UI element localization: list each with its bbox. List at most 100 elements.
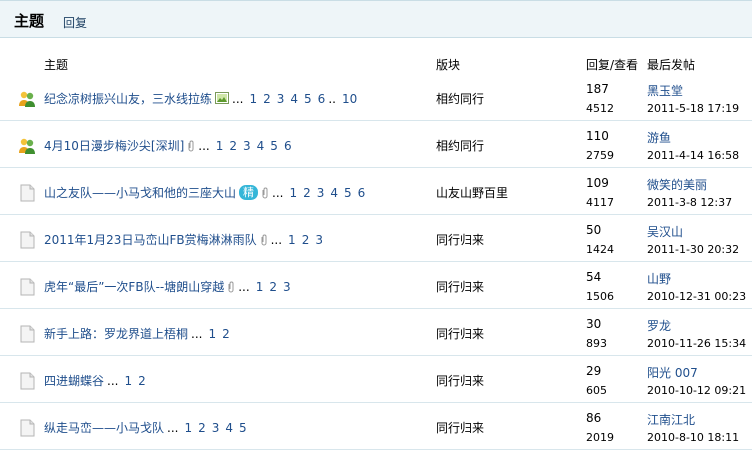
view-count: 4512 xyxy=(586,102,614,115)
table-row: 2011年1月23日马峦山FB赏梅淋淋雨队... 1 2 3 同行归来 50 1424 吴汉山… xyxy=(0,215,752,262)
page-link[interactable]: 2 xyxy=(222,327,230,341)
page-link[interactable]: 2 xyxy=(198,421,206,435)
last-poster-link[interactable]: 山野 xyxy=(647,270,671,287)
topic-cell: 纵走马峦——小马戈队... 1 2 3 4 5 xyxy=(44,419,247,436)
last-poster-link[interactable]: 江南江北 xyxy=(647,411,695,428)
page-link[interactable]: 3 xyxy=(283,280,291,294)
table-row: 纪念凉树振兴山友，三水线拉练... 1 2 3 4 5 6.. 10 相约同行 187 4512 黑玉… xyxy=(0,74,752,121)
page-link[interactable]: 10 xyxy=(342,92,357,106)
page-link[interactable]: 2 xyxy=(138,374,146,388)
topic-title-link[interactable]: 4月10日漫步梅沙尖[深圳] xyxy=(44,139,184,153)
page-link[interactable]: 5 xyxy=(270,139,278,153)
reply-count: 30 xyxy=(586,317,602,331)
page-link[interactable]: 3 xyxy=(243,139,251,153)
tab-replies[interactable]: 回复 xyxy=(63,14,87,31)
page-icon xyxy=(18,278,36,296)
attachment-clip-icon xyxy=(260,234,268,246)
last-poster-link[interactable]: 罗龙 xyxy=(647,317,671,334)
topic-cell: 山之友队——小马戈和他的三座大山精... 1 2 3 4 5 6 xyxy=(44,184,365,201)
last-poster-link[interactable]: 微笑的美丽 xyxy=(647,176,707,193)
forum-name[interactable]: 同行归来 xyxy=(436,278,484,295)
topic-title-link[interactable]: 新手上路：罗龙界道上梧桐 xyxy=(44,327,188,341)
page-icon xyxy=(18,325,36,343)
page-link[interactable]: 1 xyxy=(289,186,297,200)
last-poster-link[interactable]: 阳光 007 xyxy=(647,364,698,381)
last-post-time: 2010-12-31 00:23 xyxy=(647,290,747,303)
page-link[interactable]: 5 xyxy=(304,92,312,106)
last-post-time: 2010-8-10 18:11 xyxy=(647,431,740,444)
topic-title-link[interactable]: 纵走马峦——小马戈队 xyxy=(44,421,164,435)
last-post-time: 2011-4-14 16:58 xyxy=(647,149,740,162)
page-link[interactable]: 4 xyxy=(225,421,233,435)
table-row: 山之友队——小马戈和他的三座大山精... 1 2 3 4 5 6 山友山野百里 109 4117 微… xyxy=(0,168,752,215)
last-post-time: 2010-11-26 15:34 xyxy=(647,337,747,350)
page-link[interactable]: 4 xyxy=(257,139,265,153)
column-header-stats: 回复/查看 xyxy=(586,58,639,72)
page-link[interactable]: 3 xyxy=(212,421,220,435)
tab-topics[interactable]: 主题 xyxy=(14,10,44,31)
table-row: 四进蝴蝶谷... 1 2 同行归来 29 605 阳光 007 2010-10-12 09:2… xyxy=(0,356,752,403)
last-poster-link[interactable]: 游鱼 xyxy=(647,129,671,146)
page-link[interactable]: 1 xyxy=(184,421,192,435)
page-link[interactable]: 6 xyxy=(284,139,292,153)
page-ellipsis: .. xyxy=(328,92,336,106)
topic-title-link[interactable]: 四进蝴蝶谷 xyxy=(44,374,104,388)
forum-name[interactable]: 同行归来 xyxy=(436,372,484,389)
page-link[interactable]: 2 xyxy=(269,280,277,294)
reply-count: 109 xyxy=(586,176,609,190)
view-count: 1424 xyxy=(586,243,614,256)
last-poster-link[interactable]: 黑玉堂 xyxy=(647,82,683,99)
table-row: 新手上路：罗龙界道上梧桐... 1 2 同行归来 30 893 罗龙 2010-11-26 1… xyxy=(0,309,752,356)
page-link[interactable]: 4 xyxy=(290,92,298,106)
page-link[interactable]: 2 xyxy=(303,186,311,200)
last-poster-link[interactable]: 吴汉山 xyxy=(647,223,683,240)
page-link[interactable]: 3 xyxy=(277,92,285,106)
page-link[interactable]: 3 xyxy=(315,233,323,247)
attachment-clip-icon xyxy=(261,187,269,199)
page-link[interactable]: 6 xyxy=(318,92,326,106)
reply-count: 86 xyxy=(586,411,602,425)
view-count: 605 xyxy=(586,384,607,397)
table-row: 4月10日漫步梅沙尖[深圳]... 1 2 3 4 5 6 相约同行 110 2759 游鱼 2011… xyxy=(0,121,752,168)
forum-name[interactable]: 相约同行 xyxy=(436,137,484,154)
page-link[interactable]: 1 xyxy=(288,233,296,247)
page-ellipsis: ... xyxy=(107,374,119,388)
page-link[interactable]: 1 xyxy=(216,139,224,153)
page-link[interactable]: 6 xyxy=(358,186,366,200)
topic-cell: 纪念凉树振兴山友，三水线拉练... 1 2 3 4 5 6.. 10 xyxy=(44,90,357,107)
topic-cell: 虎年“最后”一次FB队--塘朗山穿越... 1 2 3 xyxy=(44,278,291,295)
page-link[interactable]: 3 xyxy=(317,186,325,200)
attachment-clip-icon xyxy=(227,281,235,293)
reply-count: 54 xyxy=(586,270,602,284)
page-link[interactable]: 4 xyxy=(330,186,338,200)
attachment-clip-icon xyxy=(187,140,195,152)
page-ellipsis: ... xyxy=(167,421,179,435)
last-post-time: 2011-3-8 12:37 xyxy=(647,196,733,209)
forum-name[interactable]: 山友山野百里 xyxy=(436,184,508,201)
page-link[interactable]: 1 xyxy=(124,374,132,388)
digest-badge: 精 xyxy=(239,185,259,200)
page-link[interactable]: 2 xyxy=(302,233,310,247)
last-post-time: 2011-5-18 17:19 xyxy=(647,102,740,115)
topic-title-link[interactable]: 纪念凉树振兴山友，三水线拉练 xyxy=(44,92,212,106)
page-icon xyxy=(18,184,36,202)
page-link[interactable]: 2 xyxy=(229,139,237,153)
page-link[interactable]: 2 xyxy=(263,92,271,106)
last-post-time: 2010-10-12 09:21 xyxy=(647,384,747,397)
page-link[interactable]: 1 xyxy=(249,92,257,106)
topic-title-link[interactable]: 2011年1月23日马峦山FB赏梅淋淋雨队 xyxy=(44,233,257,247)
page-link[interactable]: 5 xyxy=(344,186,352,200)
reply-count: 29 xyxy=(586,364,602,378)
page-icon xyxy=(18,419,36,437)
forum-name[interactable]: 同行归来 xyxy=(436,419,484,436)
topic-cell: 2011年1月23日马峦山FB赏梅淋淋雨队... 1 2 3 xyxy=(44,231,323,248)
page-link[interactable]: 1 xyxy=(208,327,216,341)
page-link[interactable]: 1 xyxy=(256,280,264,294)
forum-name[interactable]: 同行归来 xyxy=(436,325,484,342)
table-row: 虎年“最后”一次FB队--塘朗山穿越... 1 2 3 同行归来 54 1506 山野 2010… xyxy=(0,262,752,309)
page-link[interactable]: 5 xyxy=(239,421,247,435)
forum-name[interactable]: 相约同行 xyxy=(436,90,484,107)
forum-name[interactable]: 同行归来 xyxy=(436,231,484,248)
topic-title-link[interactable]: 山之友队——小马戈和他的三座大山 xyxy=(44,186,236,200)
topic-title-link[interactable]: 虎年“最后”一次FB队--塘朗山穿越 xyxy=(44,280,224,294)
